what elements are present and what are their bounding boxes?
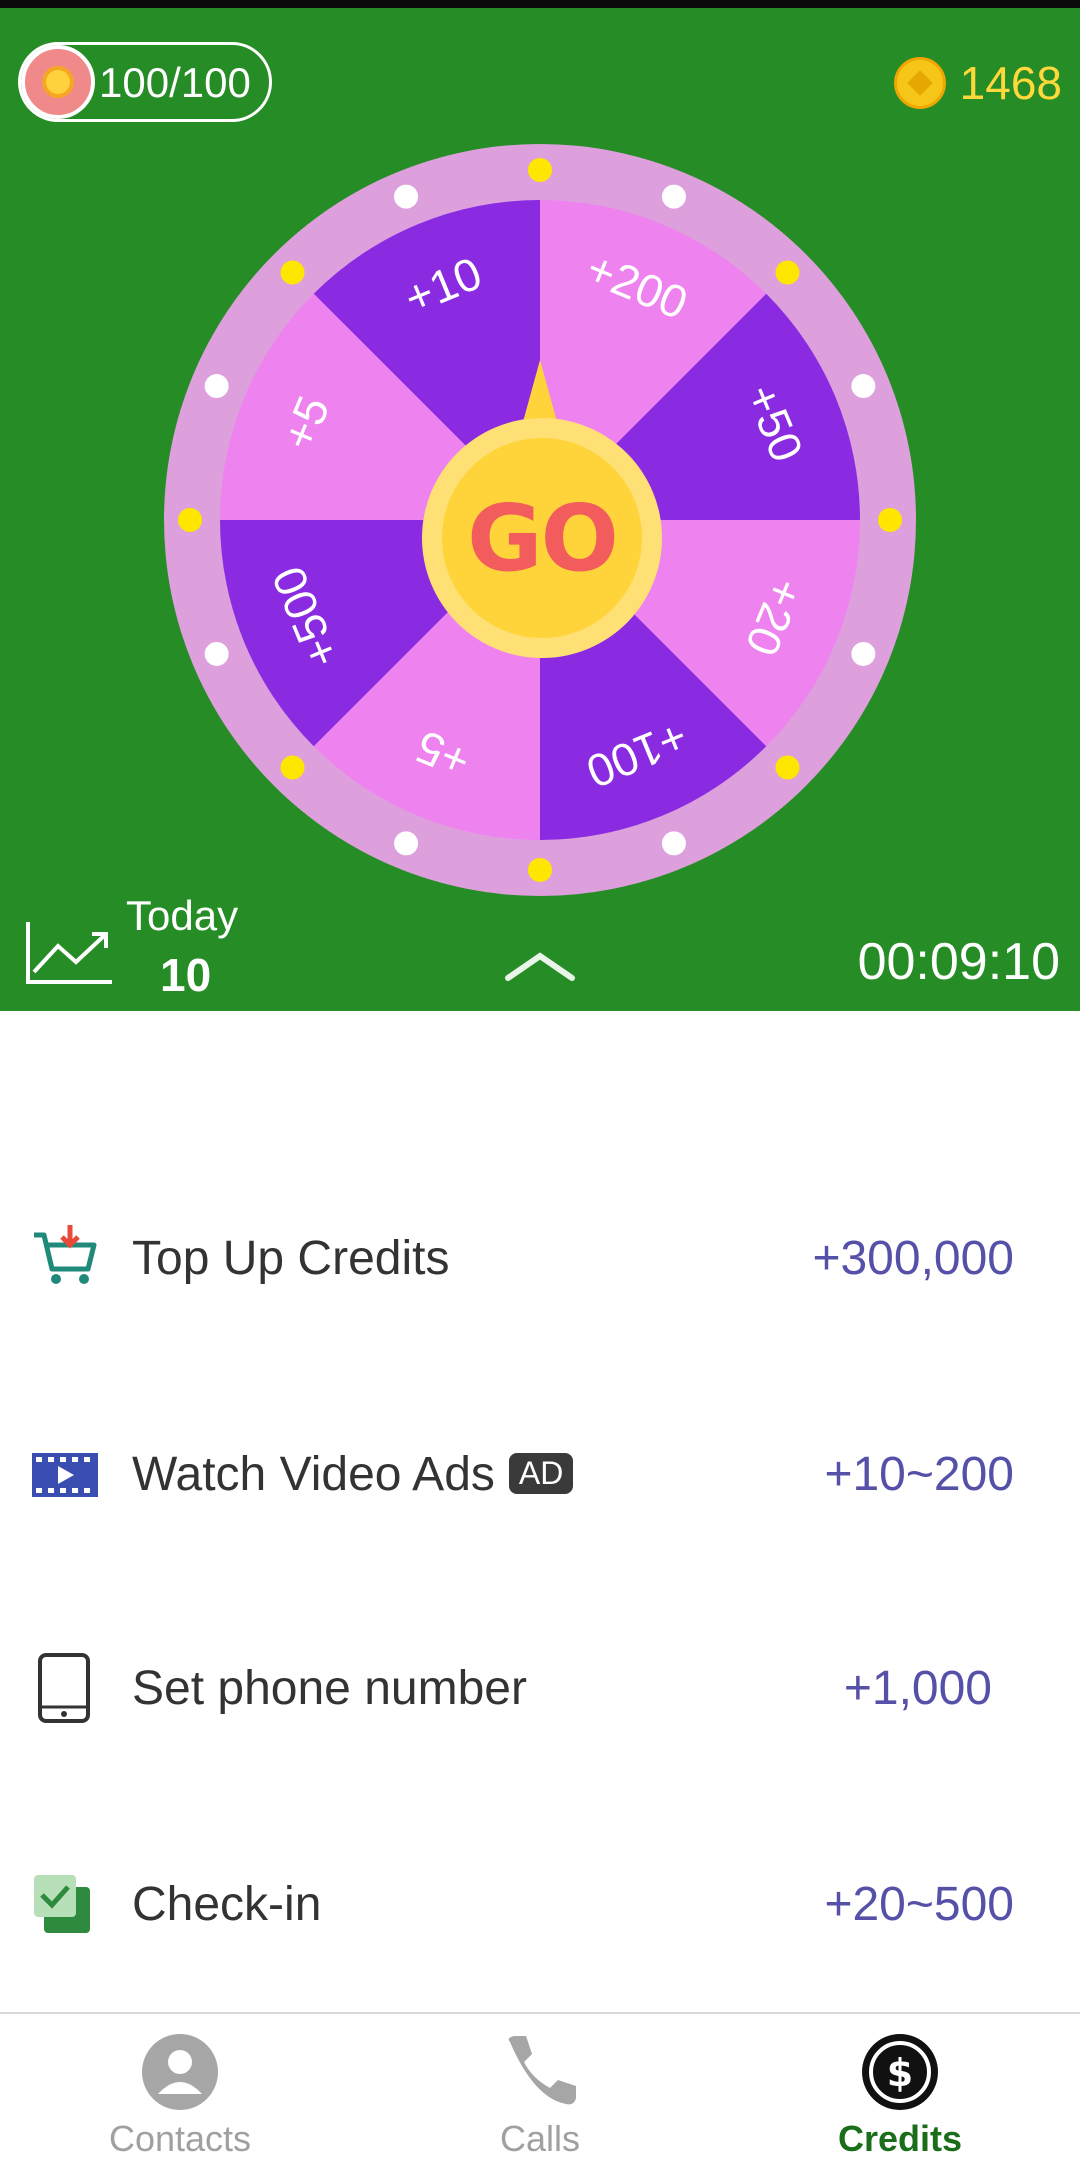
spin-wheel-panel: 100/100 1468 +10 +200 +50 +20 +100 +5 +500 +5 G… [0, 8, 1080, 1011]
wheel-rim-dot [851, 641, 876, 666]
wheel-rim-dot [204, 374, 229, 399]
nav-label: Contacts [108, 2118, 252, 2159]
task-reward: +1,000 [843, 1662, 992, 1715]
nav-label: Credits [837, 2118, 963, 2159]
task-top-up-credits[interactable]: Top Up Credits +300,000 [0, 1203, 1080, 1313]
coin-value: 1468 [959, 57, 1062, 109]
ad-badge: AD [508, 1453, 574, 1494]
wheel-rim-dot [280, 260, 305, 285]
task-label: Set phone number [132, 1662, 527, 1715]
wheel-rim-dot [878, 508, 902, 532]
wheel-rim-dot [280, 755, 305, 780]
status-bar [0, 0, 1080, 8]
nav-calls[interactable]: Calls [410, 2014, 670, 2160]
energy-icon [21, 45, 95, 119]
energy-value: 100/100 [99, 59, 251, 106]
wheel-rim-dot [528, 158, 552, 182]
wheel-rim-dot [775, 260, 800, 285]
wheel-rim-dot [178, 508, 202, 532]
task-set-phone-number[interactable]: Set phone number +1,000 [0, 1633, 1080, 1743]
nav-credits[interactable]: $ Credits [770, 2014, 1030, 2160]
nav-label: Calls [499, 2118, 580, 2159]
coin-balance: 1468 [893, 48, 1062, 118]
energy-counter: 100/100 [18, 42, 272, 122]
coin-icon [893, 57, 946, 109]
wheel-rim-dot [661, 184, 686, 209]
checkin-icon [34, 1875, 90, 1933]
task-label: Watch Video Ads AD [132, 1447, 574, 1502]
today-label: Today [126, 892, 239, 939]
wheel-rim-dot [528, 858, 552, 882]
dollar-icon: $ [862, 2034, 938, 2110]
task-label: Top Up Credits [132, 1232, 450, 1285]
bottom-navigation: Contacts Calls $ Credits [0, 2012, 1080, 2160]
today-value: 10 [160, 949, 212, 1001]
task-reward: +300,000 [812, 1232, 1014, 1285]
task-watch-video-ads[interactable]: Watch Video Ads AD +10~200 [0, 1419, 1080, 1529]
video-icon [32, 1453, 98, 1497]
nav-contacts[interactable]: Contacts [50, 2014, 310, 2160]
wheel-rim-dot [204, 641, 229, 666]
wheel-rim-dot [394, 831, 419, 856]
wheel-rim-dot [851, 374, 876, 399]
task-check-in[interactable]: Check-in +20~500 [0, 1849, 1080, 1959]
person-icon [142, 2034, 218, 2110]
chevron-up-icon[interactable] [504, 948, 576, 984]
task-label-text: Watch Video Ads [132, 1448, 495, 1501]
task-reward: +10~200 [824, 1448, 1014, 1501]
wheel-rim-dot [394, 184, 419, 209]
wheel-rim-dot [661, 831, 686, 856]
go-label: GO [467, 484, 619, 592]
phone-handset-icon [508, 2036, 576, 2105]
wheel-rim-dot [775, 755, 800, 780]
chart-trend-icon [26, 922, 112, 984]
task-reward: +20~500 [824, 1878, 1014, 1931]
svg-text:$: $ [887, 2051, 913, 2095]
cart-icon [34, 1225, 97, 1284]
task-label: Check-in [132, 1878, 322, 1931]
countdown-timer: 00:09:10 [857, 933, 1060, 991]
phone-icon [38, 1653, 90, 1723]
go-button[interactable]: GO [422, 418, 662, 658]
